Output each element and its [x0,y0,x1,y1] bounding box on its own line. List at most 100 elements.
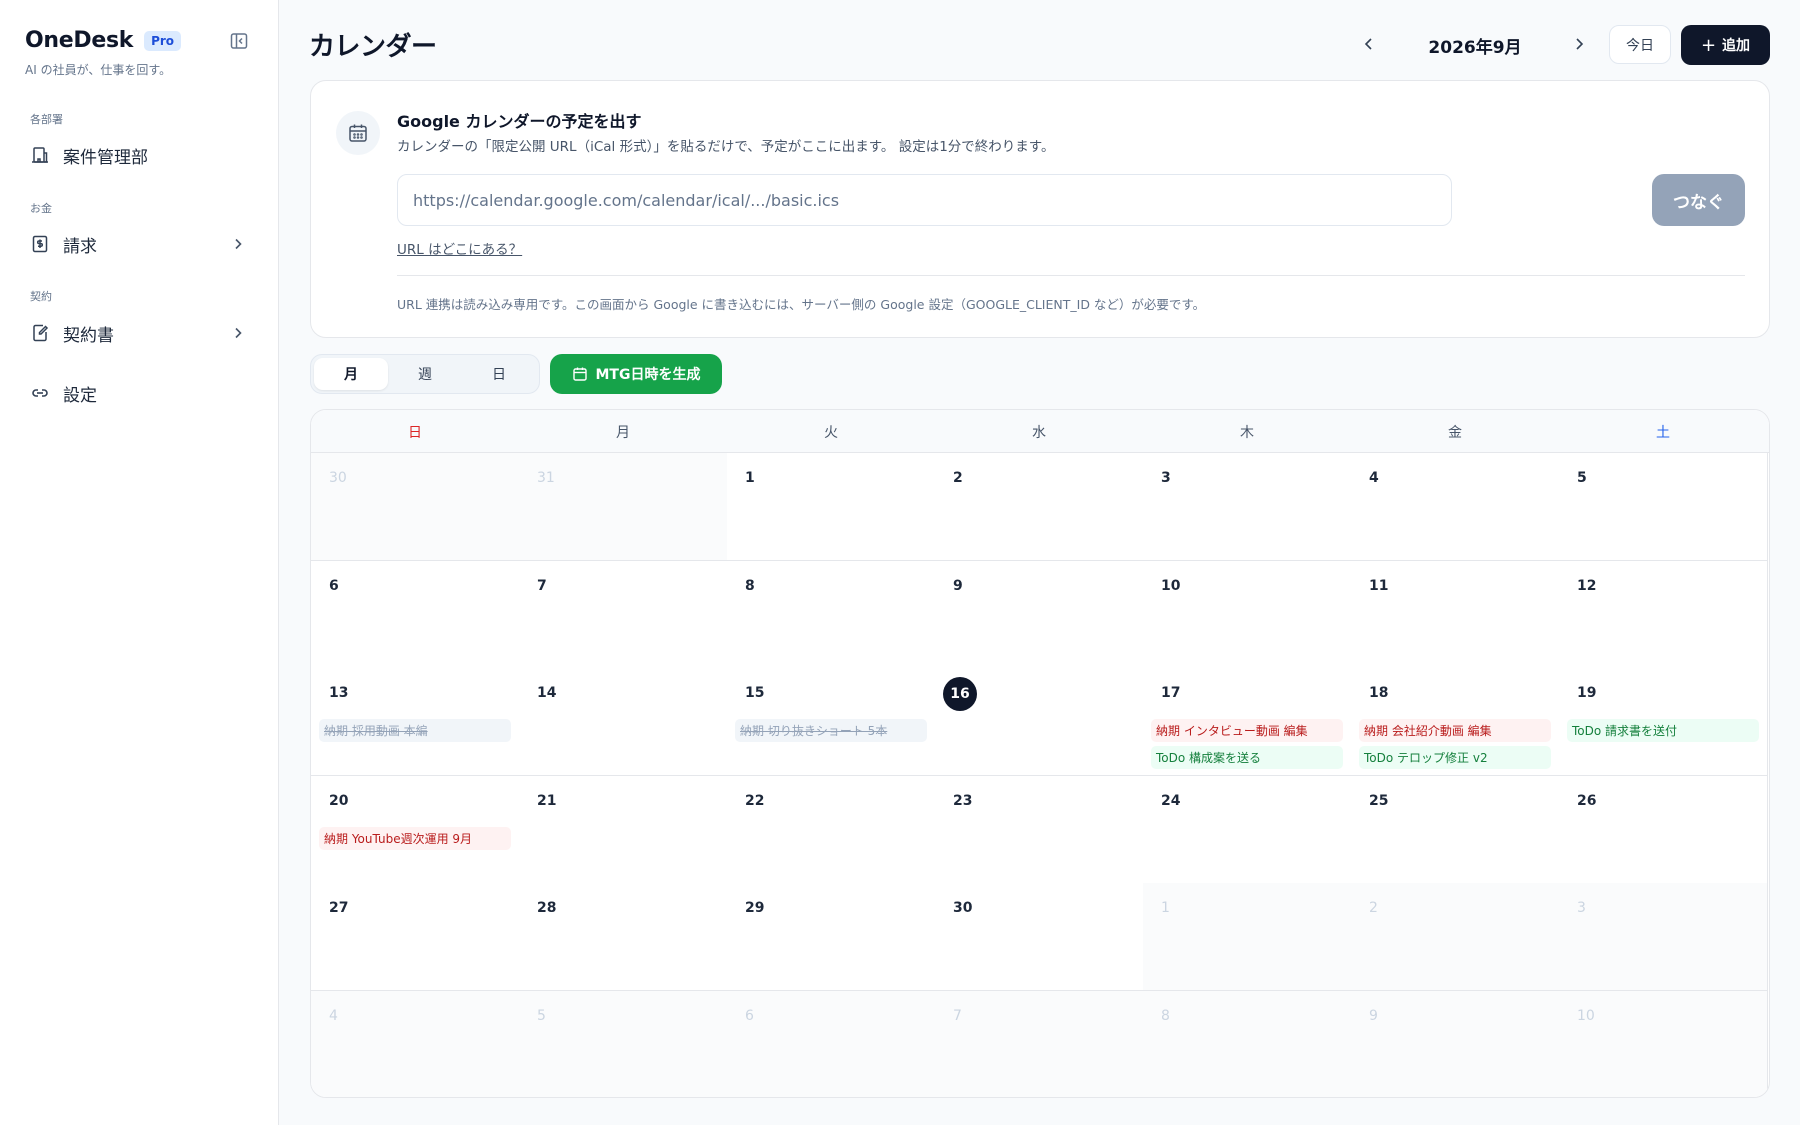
day-number: 12 [1577,577,1597,594]
sidebar-item-invoice[interactable]: 請求 [18,225,258,263]
day-cell[interactable]: 22 [727,775,936,884]
day-cell[interactable]: 6 [727,990,936,1097]
day-cell[interactable]: 30 [311,453,520,561]
day-cell[interactable]: 29 [727,883,936,991]
day-cell[interactable]: 28 [519,883,728,991]
weekday-header: 日 月 火 水 木 金 土 [311,410,1769,453]
day-cell[interactable]: 13 納期 採用動画 本編 [311,668,520,776]
collapse-sidebar-icon[interactable] [229,31,251,53]
day-cell[interactable]: 5 [1559,453,1768,561]
page-title: カレンダー [309,32,437,62]
google-card-description: カレンダーの「限定公開 URL（iCal 形式）」を貼るだけで、予定がここに出ま… [397,139,1055,155]
chevron-right-icon [230,325,246,341]
add-button[interactable]: + 追加 [1681,25,1770,65]
deadline-event[interactable]: 納期 インタビュー動画 編集 [1151,719,1343,742]
pro-badge: Pro [144,30,182,51]
month-calendar: 日 月 火 水 木 金 土 30 31 1 2 3 4 5 6 7 8 9 10 11 12 13 納期 採用… [310,409,1770,1098]
sidebar-item-label: 設定 [63,385,97,406]
current-month: 2026年9月 [1428,38,1522,58]
day-cell[interactable]: 10 [1559,990,1768,1097]
day-cell[interactable]: 20 納期 YouTube週次運用 9月 [311,775,520,884]
day-number: 3 [1577,900,1586,916]
day-cell[interactable]: 31 [519,453,728,561]
today-button[interactable]: 今日 [1609,25,1671,64]
day-cell[interactable]: 30 [935,883,1144,991]
ical-url-input[interactable] [397,174,1452,226]
day-cell[interactable]: 7 [935,990,1144,1097]
deadline-event[interactable]: 納期 会社紹介動画 編集 [1359,719,1551,742]
day-cell[interactable]: 9 [935,560,1144,669]
weekday-fri: 金 [1448,424,1462,441]
day-cell[interactable]: 2 [1351,883,1560,991]
day-number: 21 [537,792,557,809]
building-icon [30,145,50,165]
day-cell-today[interactable]: 16 [935,668,1144,776]
day-number: 14 [537,685,557,701]
where-is-url-link[interactable]: URL はどこにある？ [397,238,522,258]
day-cell[interactable]: 9 [1351,990,1560,1097]
day-cell[interactable]: 11 [1351,560,1560,669]
day-cell[interactable]: 1 [727,453,936,561]
sidebar-item-label: 請求 [63,236,97,257]
day-cell[interactable]: 14 [519,668,728,776]
prev-month-button[interactable] [1359,32,1379,56]
sidebar-item-contracts[interactable]: 契約書 [18,314,258,352]
day-cell[interactable]: 12 [1559,560,1768,669]
deadline-event[interactable]: 納期 YouTube週次運用 9月 [319,826,511,850]
day-number: 7 [953,1007,962,1024]
sidebar-item-settings[interactable]: 設定 [18,374,258,412]
google-calendar-card: Google カレンダーの予定を出す カレンダーの「限定公開 URL（iCal … [310,80,1770,338]
weekday-sat: 土 [1656,424,1670,441]
generate-mtg-button[interactable]: MTG日時を生成 [550,354,722,394]
google-card-title: Google カレンダーの予定を出す [397,112,642,131]
completed-event[interactable]: 納期 採用動画 本編 [319,719,511,742]
view-toggle: 月 週 日 [310,354,540,394]
day-number: 5 [537,1007,546,1024]
day-number: 15 [745,685,765,701]
day-number: 10 [1577,1007,1595,1024]
day-cell[interactable]: 15 納期 切り抜きショート 5本 [727,668,936,776]
day-cell[interactable]: 10 [1143,560,1352,669]
day-number: 11 [1369,577,1389,594]
day-cell[interactable]: 26 [1559,775,1768,884]
tab-week[interactable]: 週 [388,358,462,390]
day-cell[interactable]: 4 [1351,453,1560,561]
connect-button[interactable]: つなぐ [1652,174,1745,226]
todo-event[interactable]: ToDo 構成案を送る [1151,746,1343,769]
day-cell[interactable]: 27 [311,883,520,991]
tab-day[interactable]: 日 [462,358,536,390]
day-cell[interactable]: 25 [1351,775,1560,884]
day-cell[interactable]: 3 [1143,453,1352,561]
day-cell[interactable]: 2 [935,453,1144,561]
day-cell[interactable]: 7 [519,560,728,669]
day-cell[interactable]: 8 [1143,990,1352,1097]
todo-event[interactable]: ToDo 請求書を送付 [1567,719,1759,742]
weekday-sun: 日 [408,424,422,441]
day-cell[interactable]: 18 納期 会社紹介動画 編集 ToDo テロップ修正 v2 [1351,668,1560,776]
day-number: 4 [329,1007,338,1024]
day-number: 16 [943,677,977,711]
day-cell[interactable]: 5 [519,990,728,1097]
day-cell[interactable]: 19 ToDo 請求書を送付 [1559,668,1768,776]
sidebar-item-project-management[interactable]: 案件管理部 [18,136,258,174]
day-cell[interactable]: 1 [1143,883,1352,991]
day-cell[interactable]: 17 納期 インタビュー動画 編集 ToDo 構成案を送る [1143,668,1352,776]
day-cell[interactable]: 24 [1143,775,1352,884]
brand-name: OneDesk [25,28,134,53]
day-cell[interactable]: 23 [935,775,1144,884]
completed-event[interactable]: 納期 切り抜きショート 5本 [735,719,927,742]
day-number: 5 [1577,470,1587,486]
day-number: 22 [745,792,765,809]
day-cell[interactable]: 4 [311,990,520,1097]
next-month-button[interactable] [1569,32,1589,56]
day-number: 7 [537,577,547,594]
tab-month[interactable]: 月 [314,358,388,390]
day-cell[interactable]: 8 [727,560,936,669]
day-cell[interactable]: 6 [311,560,520,669]
day-number: 19 [1577,685,1597,701]
calendar-icon [336,111,380,155]
todo-event[interactable]: ToDo テロップ修正 v2 [1359,746,1551,769]
day-cell[interactable]: 21 [519,775,728,884]
day-cell[interactable]: 3 [1559,883,1768,991]
day-number: 26 [1577,792,1597,809]
